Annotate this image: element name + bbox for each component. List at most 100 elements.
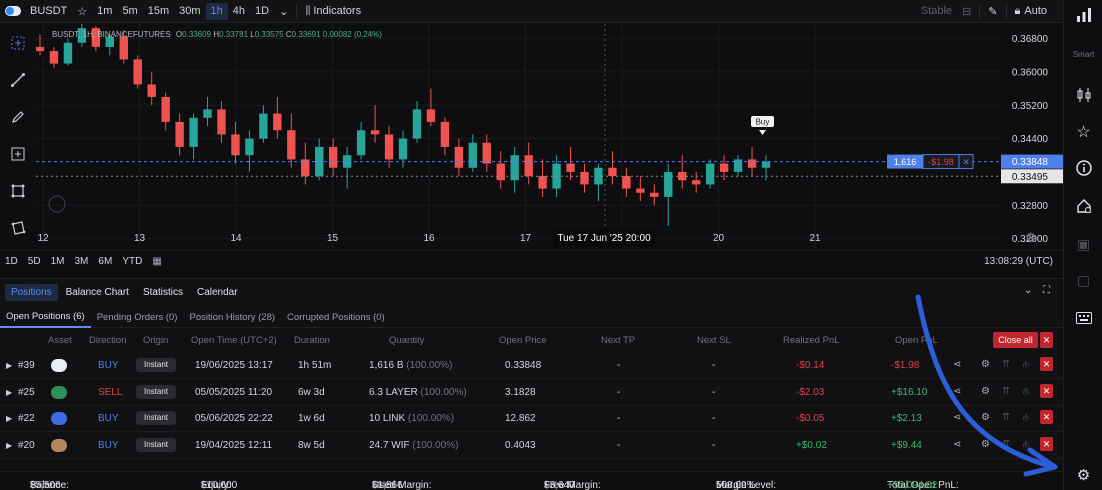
price-axis[interactable]: 0.368000.360000.352000.344000.328000.320… bbox=[1001, 24, 1063, 249]
tab-balance-chart[interactable]: Balance Chart bbox=[60, 284, 135, 301]
gear-icon[interactable]: ⚙ bbox=[981, 412, 990, 423]
tab-statistics[interactable]: Statistics bbox=[137, 284, 189, 301]
split-icon[interactable]: ⫛ bbox=[1023, 439, 1029, 450]
pencil-icon[interactable] bbox=[0, 98, 36, 135]
symbol-selector[interactable]: BUSDT bbox=[25, 0, 72, 23]
subtab-open-positions[interactable]: Open Positions (6) bbox=[0, 308, 91, 328]
collapse-icon[interactable]: ⌄ bbox=[1024, 285, 1032, 296]
star-icon[interactable]: ☆ bbox=[72, 0, 92, 23]
candle-body bbox=[538, 176, 547, 189]
close-position-button[interactable]: ✕ bbox=[1040, 357, 1053, 371]
expand-row-icon[interactable]: ▶ bbox=[6, 361, 12, 370]
keyboard-icon[interactable] bbox=[1064, 311, 1102, 327]
candle-body bbox=[329, 146, 338, 168]
text-icon[interactable] bbox=[0, 135, 36, 172]
expand-row-icon[interactable]: ▶ bbox=[6, 441, 12, 450]
move-up-icon[interactable]: ⇈ bbox=[1002, 359, 1010, 370]
settings-gear-icon[interactable]: ⚙ bbox=[1064, 466, 1102, 484]
candle-body bbox=[161, 96, 170, 122]
subtab-pending-orders[interactable]: Pending Orders (0) bbox=[91, 308, 184, 328]
timeframe-15m[interactable]: 15m bbox=[143, 0, 174, 23]
timeframe-1h[interactable]: 1h bbox=[205, 2, 228, 20]
candle-body bbox=[440, 121, 450, 147]
candle bbox=[133, 55, 142, 89]
open-time: 05/05/2025 11:20 bbox=[195, 386, 273, 398]
range-5d[interactable]: 5D bbox=[23, 256, 46, 267]
bar-chart-icon[interactable] bbox=[1064, 8, 1102, 25]
subtab-corrupted-positions[interactable]: Corrupted Positions (0) bbox=[281, 308, 391, 328]
crosshair-icon[interactable] bbox=[0, 24, 36, 61]
range-ytd[interactable]: YTD bbox=[117, 256, 147, 267]
candle-body bbox=[496, 163, 505, 181]
close-all-x-button[interactable]: ✕ bbox=[1040, 332, 1053, 348]
candle-body bbox=[482, 142, 491, 164]
quantity-unit: LAYER bbox=[385, 386, 418, 398]
split-icon[interactable]: ⫛ bbox=[1023, 359, 1029, 370]
polygon-icon[interactable] bbox=[0, 209, 36, 246]
utc-clock[interactable]: 13:08:29 (UTC) bbox=[979, 256, 1063, 267]
range-3m[interactable]: 3M bbox=[70, 256, 94, 267]
info-icon[interactable] bbox=[1064, 160, 1102, 179]
time-tick-label: 12 bbox=[37, 233, 49, 244]
time-axis[interactable]: 121314151617192021Tue 17 Jun '25 20:00 bbox=[36, 228, 1001, 248]
table-row[interactable]: ▶ #22 BUY Instant 05/06/2025 22:22 1w 6d… bbox=[0, 406, 1063, 432]
table-row[interactable]: ▶ #39 BUY Instant 19/06/2025 13:17 1h 51… bbox=[0, 353, 1063, 379]
share-icon[interactable]: ⋖ bbox=[953, 386, 961, 397]
timeframe-4h[interactable]: 4h bbox=[228, 0, 250, 23]
close-position-button[interactable]: ✕ bbox=[1040, 383, 1053, 398]
tab-calendar[interactable]: Calendar bbox=[191, 284, 244, 301]
range-1d[interactable]: 1D bbox=[0, 256, 23, 267]
auto-lock-button[interactable]: 🔒︎ Auto bbox=[1010, 0, 1064, 23]
quantity-pct: (100.00%) bbox=[420, 386, 467, 398]
split-icon[interactable]: ⫛ bbox=[1023, 386, 1029, 397]
split-icon[interactable]: ⫛ bbox=[1023, 412, 1029, 423]
open-time: 05/06/2025 22:22 bbox=[195, 413, 273, 424]
checklist-icon[interactable]: ▣ bbox=[1064, 236, 1102, 253]
gear-icon[interactable]: ⚙ bbox=[981, 439, 990, 450]
col-open-price: Open Price bbox=[499, 335, 547, 346]
gear-icon[interactable]: ⚙ bbox=[981, 359, 990, 370]
rectangle-icon[interactable] bbox=[0, 172, 36, 209]
timeframe-30m[interactable]: 30m bbox=[174, 0, 205, 23]
share-icon[interactable]: ⋖ bbox=[953, 412, 961, 423]
price-chart[interactable]: 1,616 -$1.98 ✕ Buy bbox=[36, 24, 1001, 249]
range-1m[interactable]: 1M bbox=[46, 256, 70, 267]
timeframe-5m[interactable]: 5m bbox=[117, 0, 142, 23]
timeframe-1m[interactable]: 1m bbox=[92, 0, 117, 23]
table-row[interactable]: ▶ #20 BUY Instant 19/04/2025 12:11 8w 5d… bbox=[0, 433, 1063, 459]
move-up-icon[interactable]: ⇈ bbox=[1002, 439, 1010, 450]
toolbar-divider bbox=[1005, 4, 1007, 18]
chevron-down-icon[interactable]: ⌄ bbox=[274, 0, 293, 23]
range-6m[interactable]: 6M bbox=[93, 256, 117, 267]
candle bbox=[426, 88, 436, 127]
edit-icon[interactable]: ✎ bbox=[983, 0, 1002, 23]
smart-label[interactable]: Smart bbox=[1064, 50, 1102, 59]
close-all-button[interactable]: Close all bbox=[993, 332, 1038, 348]
stable-toggle-icon[interactable]: ⊟ bbox=[957, 0, 976, 23]
move-up-icon[interactable]: ⇈ bbox=[1002, 386, 1010, 397]
calendar-icon[interactable]: ▦ bbox=[147, 256, 166, 267]
expand-icon[interactable]: ⛶ bbox=[1043, 285, 1050, 296]
chart-settings-icon[interactable]: ⚙ bbox=[1025, 230, 1037, 246]
share-icon[interactable]: ⋖ bbox=[953, 359, 961, 370]
candles-icon[interactable] bbox=[1064, 87, 1102, 106]
subtab-position-history[interactable]: Position History (28) bbox=[183, 308, 281, 328]
alert-house-icon[interactable] bbox=[1064, 198, 1102, 217]
table-row[interactable]: ▶ #25 SELL Instant 05/05/2025 11:20 6w 3… bbox=[0, 380, 1063, 406]
expand-row-icon[interactable]: ▶ bbox=[6, 414, 12, 423]
tab-positions[interactable]: Positions bbox=[5, 284, 58, 301]
timeframe-1d[interactable]: 1D bbox=[250, 0, 274, 23]
trendline-icon[interactable] bbox=[0, 61, 36, 98]
star-icon[interactable]: ☆ bbox=[1064, 122, 1102, 142]
candle-body bbox=[356, 130, 366, 156]
expand-row-icon[interactable]: ▶ bbox=[6, 388, 12, 397]
close-position-button[interactable]: ✕ bbox=[1040, 410, 1053, 424]
gear-icon[interactable]: ⚙ bbox=[981, 386, 990, 397]
close-position-button[interactable]: ✕ bbox=[1040, 436, 1053, 451]
move-up-icon[interactable]: ⇈ bbox=[1002, 412, 1010, 423]
share-icon[interactable]: ⋖ bbox=[953, 439, 961, 450]
indicators-button[interactable]: ⫼ Indicators bbox=[300, 0, 366, 23]
total-pnl-value: +$5,094.02 bbox=[887, 480, 938, 490]
clipboard-icon[interactable]: ▢ bbox=[1064, 272, 1102, 289]
candle-body bbox=[370, 130, 380, 135]
